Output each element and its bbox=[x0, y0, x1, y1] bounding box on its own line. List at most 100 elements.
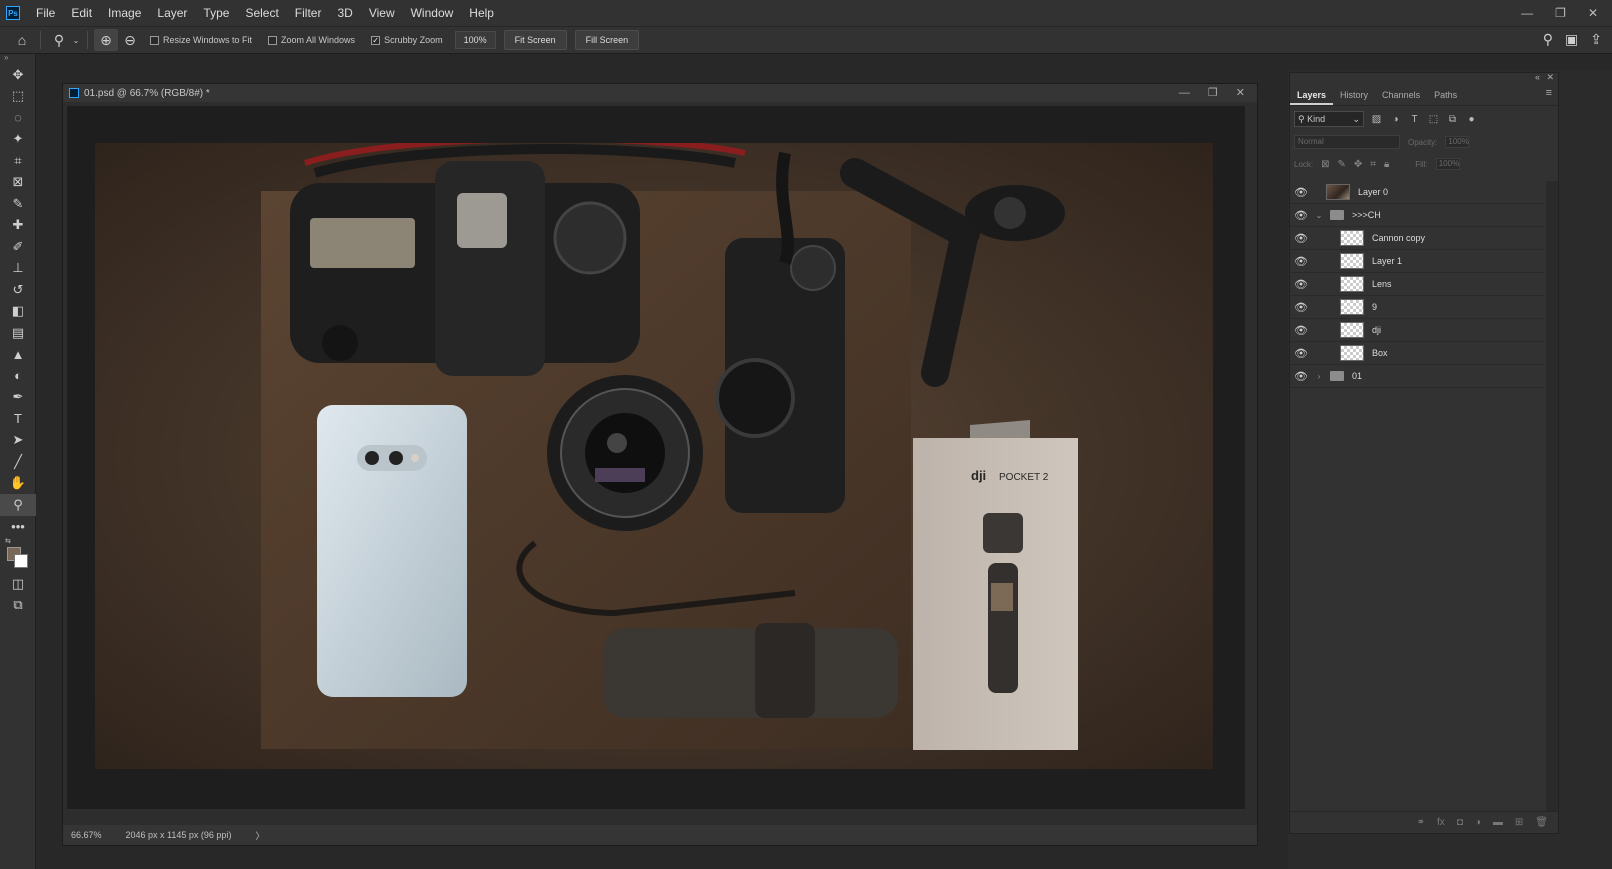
document-restore-button[interactable]: ❐ bbox=[1208, 84, 1218, 102]
checkbox-box[interactable] bbox=[150, 35, 159, 45]
zoom-out-icon[interactable]: ⊖ bbox=[118, 29, 142, 51]
visibility-eye-icon[interactable]: 👁︎ bbox=[1290, 324, 1312, 337]
new-group-icon[interactable]: ▬ bbox=[1493, 817, 1503, 828]
lock-transparent-icon[interactable]: ⊠ bbox=[1321, 159, 1329, 170]
gradient-tool-icon[interactable]: ▤ bbox=[0, 322, 36, 344]
visibility-eye-icon[interactable]: 👁︎ bbox=[1290, 301, 1312, 314]
layer-row[interactable]: 👁︎ Lens bbox=[1290, 273, 1544, 296]
minimize-button[interactable]: — bbox=[1521, 6, 1533, 20]
fill-screen-button[interactable]: Fill Screen bbox=[574, 30, 640, 50]
status-zoom[interactable]: 66.67% bbox=[71, 830, 102, 840]
chevron-down-icon[interactable]: ⌄ bbox=[71, 29, 81, 51]
restore-button[interactable]: ❐ bbox=[1555, 6, 1566, 20]
chevron-right-icon[interactable]: › bbox=[1312, 372, 1326, 381]
history-brush-tool-icon[interactable]: ↺ bbox=[0, 279, 36, 301]
document-tab[interactable]: 01.psd @ 66.7% (RGB/8#) * — ❐ ✕ bbox=[63, 84, 1257, 102]
menu-filter[interactable]: Filter bbox=[287, 0, 330, 26]
layer-group-row[interactable]: 👁︎ › 01 bbox=[1290, 365, 1544, 388]
eyedropper-tool-icon[interactable]: ✎ bbox=[0, 193, 36, 215]
document-minimize-button[interactable]: — bbox=[1179, 84, 1190, 102]
filter-shape-icon[interactable]: ⬚ bbox=[1427, 113, 1440, 126]
menu-file[interactable]: File bbox=[28, 0, 63, 26]
close-button[interactable]: ✕ bbox=[1588, 6, 1598, 20]
zoom-all-windows-checkbox[interactable]: Zoom All Windows bbox=[268, 35, 355, 45]
layer-group-row[interactable]: 👁︎ ⌄ >>>CH bbox=[1290, 204, 1544, 227]
blur-tool-icon[interactable]: ▲ bbox=[0, 344, 36, 366]
filter-pixel-icon[interactable]: ▨ bbox=[1370, 113, 1383, 126]
visibility-eye-icon[interactable]: 👁︎ bbox=[1290, 232, 1312, 245]
filter-adjustment-icon[interactable]: ◑ bbox=[1389, 113, 1402, 126]
workspace-icon[interactable]: ▣ bbox=[1565, 31, 1578, 48]
tab-paths[interactable]: Paths bbox=[1427, 85, 1464, 105]
zoom-tool-preset-icon[interactable]: ⚲ bbox=[47, 29, 71, 51]
menu-help[interactable]: Help bbox=[461, 0, 502, 26]
hand-tool-icon[interactable]: ✋ bbox=[0, 473, 36, 495]
clone-stamp-tool-icon[interactable]: ⊥ bbox=[0, 258, 36, 280]
close-panel-icon[interactable]: ✕ bbox=[1546, 72, 1554, 83]
background-color-swatch[interactable] bbox=[14, 554, 28, 568]
collapse-panel-icon[interactable]: « bbox=[1535, 72, 1540, 82]
layer-row[interactable]: 👁︎ Cannon copy bbox=[1290, 227, 1544, 250]
panel-menu-icon[interactable]: ≡ bbox=[1546, 87, 1552, 99]
layer-row[interactable]: 👁︎ Layer 1 bbox=[1290, 250, 1544, 273]
status-arrow-icon[interactable]: 〉 bbox=[255, 829, 264, 842]
visibility-eye-icon[interactable]: 👁︎ bbox=[1290, 255, 1312, 268]
filter-smart-object-icon[interactable]: ⧉ bbox=[1446, 113, 1459, 126]
move-tool-icon[interactable]: ✥ bbox=[0, 64, 36, 86]
lock-image-icon[interactable]: ✎ bbox=[1338, 159, 1346, 170]
healing-brush-tool-icon[interactable]: ✚ bbox=[0, 215, 36, 237]
blend-mode-select[interactable]: Normal bbox=[1294, 135, 1400, 149]
collapse-arrows-icon[interactable]: » bbox=[0, 54, 35, 64]
magic-wand-tool-icon[interactable]: ✦ bbox=[0, 129, 36, 151]
color-swatches[interactable]: ⇆ bbox=[0, 537, 36, 573]
search-icon[interactable]: ⚲ bbox=[1543, 31, 1553, 48]
checkbox-box-checked[interactable]: ✓ bbox=[371, 35, 381, 45]
new-adjustment-layer-icon[interactable]: ◑ bbox=[1475, 817, 1481, 828]
home-icon[interactable]: ⌂ bbox=[10, 29, 34, 51]
opacity-field[interactable]: 100% bbox=[1445, 136, 1470, 148]
zoom-in-icon[interactable]: ⊕ bbox=[94, 29, 118, 51]
lock-all-icon[interactable]: 🔒︎ bbox=[1384, 159, 1389, 170]
visibility-eye-icon[interactable]: 👁︎ bbox=[1290, 347, 1312, 360]
path-selection-tool-icon[interactable]: ➤ bbox=[0, 430, 36, 452]
lock-position-icon[interactable]: ✥ bbox=[1354, 159, 1362, 170]
more-tools-icon[interactable]: ••• bbox=[0, 516, 36, 538]
delete-layer-icon[interactable]: 🗑︎ bbox=[1535, 817, 1548, 828]
layer-row[interactable]: 👁︎ dji bbox=[1290, 319, 1544, 342]
checkbox-box[interactable] bbox=[268, 35, 278, 45]
visibility-eye-icon[interactable]: 👁︎ bbox=[1290, 370, 1312, 383]
visibility-eye-icon[interactable]: 👁︎ bbox=[1290, 186, 1312, 199]
tab-channels[interactable]: Channels bbox=[1375, 85, 1427, 105]
brush-tool-icon[interactable]: ✐ bbox=[0, 236, 36, 258]
menu-window[interactable]: Window bbox=[403, 0, 462, 26]
layers-scrollbar[interactable] bbox=[1546, 181, 1558, 811]
new-layer-icon[interactable]: ⊞ bbox=[1515, 817, 1523, 828]
lock-artboard-icon[interactable]: ⌗ bbox=[1370, 159, 1376, 170]
menu-edit[interactable]: Edit bbox=[63, 0, 100, 26]
menu-layer[interactable]: Layer bbox=[149, 0, 195, 26]
fill-field[interactable]: 100% bbox=[1435, 158, 1460, 170]
visibility-eye-icon[interactable]: 👁︎ bbox=[1290, 209, 1312, 222]
layer-style-icon[interactable]: fx bbox=[1437, 817, 1445, 828]
chevron-down-icon[interactable]: ⌄ bbox=[1312, 211, 1326, 220]
layer-row[interactable]: 👁︎ Box bbox=[1290, 342, 1544, 365]
filter-toggle-icon[interactable]: ● bbox=[1465, 113, 1478, 126]
frame-tool-icon[interactable]: ⊠ bbox=[0, 172, 36, 194]
fit-screen-button[interactable]: Fit Screen bbox=[503, 30, 567, 50]
menu-image[interactable]: Image bbox=[100, 0, 149, 26]
filter-type-icon[interactable]: T bbox=[1408, 113, 1421, 126]
scrubby-zoom-checkbox[interactable]: ✓ Scrubby Zoom bbox=[371, 35, 443, 45]
link-layers-icon[interactable]: ⚭ bbox=[1417, 817, 1425, 828]
layer-row[interactable]: 👁︎ Layer 0 bbox=[1290, 181, 1544, 204]
document-close-button[interactable]: ✕ bbox=[1236, 84, 1245, 102]
crop-tool-icon[interactable]: ⌗ bbox=[0, 150, 36, 172]
filter-kind-select[interactable]: ⚲ Kind ⌄ bbox=[1294, 111, 1364, 127]
line-tool-icon[interactable]: ╱ bbox=[0, 451, 36, 473]
visibility-eye-icon[interactable]: 👁︎ bbox=[1290, 278, 1312, 291]
tab-layers[interactable]: Layers bbox=[1290, 85, 1334, 105]
zoom-percentage-field[interactable]: 100% bbox=[454, 31, 496, 49]
canvas-image[interactable]: dji POCKET 2 bbox=[95, 143, 1213, 769]
layer-row[interactable]: 👁︎ 9 bbox=[1290, 296, 1544, 319]
zoom-tool-icon[interactable]: ⚲ bbox=[0, 494, 36, 516]
screen-mode-icon[interactable]: ⧉ bbox=[0, 595, 36, 617]
